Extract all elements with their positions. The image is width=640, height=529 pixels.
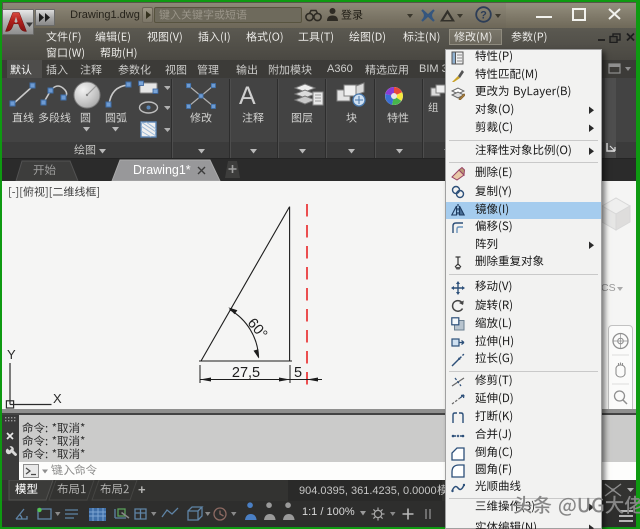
svg-text:60°: 60° bbox=[244, 315, 270, 342]
svg-text:27,5: 27,5 bbox=[232, 365, 260, 381]
svg-text:?: ? bbox=[480, 10, 487, 22]
svg-text:X: X bbox=[53, 391, 62, 406]
svg-text:5: 5 bbox=[294, 365, 302, 381]
svg-text:Y: Y bbox=[7, 347, 16, 362]
